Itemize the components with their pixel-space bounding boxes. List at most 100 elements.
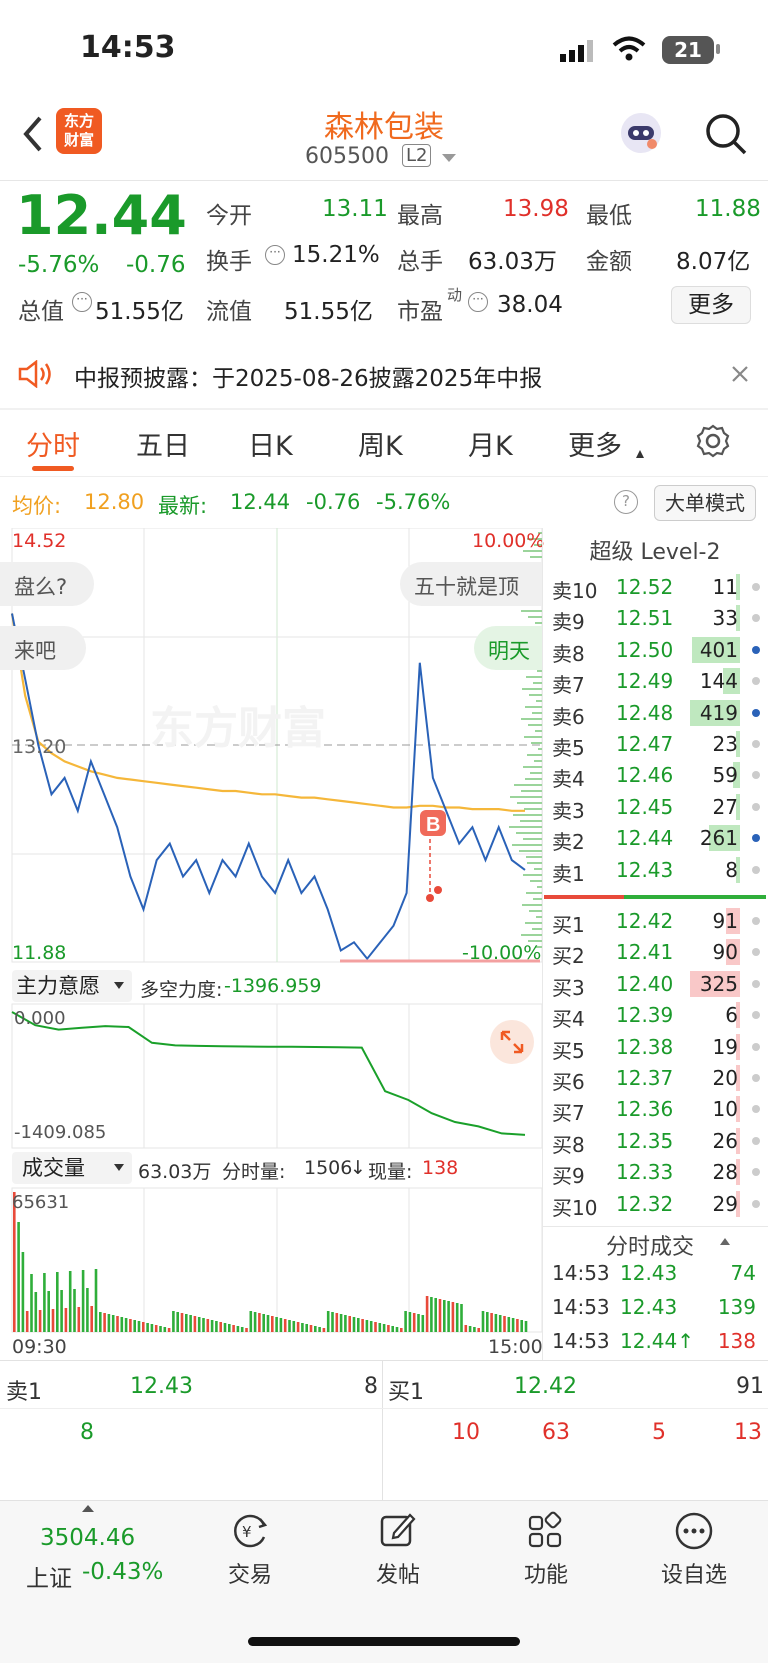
robot-avatar-icon[interactable] <box>618 110 664 156</box>
volume-bar <box>262 1314 265 1332</box>
volume-bar <box>206 1319 210 1332</box>
search-icon[interactable] <box>704 112 748 156</box>
tab-more[interactable]: 更多 <box>568 424 622 463</box>
index-pct[interactable]: -0.43% <box>82 1559 163 1585</box>
ask-row[interactable]: 卖5 12.47 23 <box>542 729 768 760</box>
price-volume-tick <box>528 724 542 726</box>
more-button[interactable]: 更多 <box>671 286 751 324</box>
bid-row[interactable]: 买9 12.33 28 <box>542 1157 768 1188</box>
ask-row[interactable]: 卖8 12.50 401 <box>542 635 768 666</box>
expand-icon[interactable] <box>490 1020 534 1064</box>
volume-bar <box>180 1313 184 1332</box>
price-volume-tick <box>530 880 542 882</box>
tab-intraday[interactable]: 分时 <box>26 424 80 463</box>
battery-icon: 21 <box>662 36 714 64</box>
bid-row[interactable]: 买1 12.42 91 <box>542 906 768 937</box>
volume-bar <box>361 1319 364 1332</box>
settings-gear-icon[interactable] <box>696 424 730 462</box>
volume-bar <box>464 1325 468 1332</box>
volume-bar <box>395 1327 399 1332</box>
ask-row[interactable]: 卖6 12.48 419 <box>542 698 768 729</box>
bid-row[interactable]: 买3 12.40 325 <box>542 969 768 1000</box>
ask-row[interactable]: 卖4 12.46 59 <box>542 760 768 791</box>
level-dot <box>752 917 760 925</box>
volume-dropdown[interactable]: 成交量 <box>12 1152 132 1184</box>
ask-row[interactable]: 卖7 12.49 144 <box>542 666 768 697</box>
bid-row[interactable]: 买2 12.41 90 <box>542 937 768 968</box>
bid-qty: 28 <box>712 1160 738 1185</box>
bid-row[interactable]: 买4 12.39 6 <box>542 1000 768 1031</box>
bid-qty: 325 <box>699 971 738 996</box>
index-caret-icon[interactable] <box>82 1505 94 1512</box>
ticks-title[interactable]: 分时成交 <box>606 1229 694 1261</box>
nav-functions-label: 功能 <box>523 1563 568 1588</box>
volume-bar <box>288 1320 291 1332</box>
info-dots-icon[interactable]: ··· <box>265 245 285 265</box>
volume-bar <box>107 1314 111 1332</box>
tab-daily-k[interactable]: 日K <box>248 424 293 463</box>
price-volume-tick <box>527 862 542 864</box>
ask-row[interactable]: 卖3 12.45 27 <box>542 792 768 823</box>
comment-bubble[interactable]: 来吧 <box>0 626 86 670</box>
volume-bar <box>279 1318 283 1332</box>
dropdown-icon[interactable] <box>442 154 456 162</box>
info-dots-icon[interactable]: ··· <box>72 292 92 312</box>
info-dots-icon[interactable]: ··· <box>468 292 488 312</box>
comment-bubble[interactable]: 五十就是顶 <box>400 562 542 606</box>
volume-bar <box>507 1317 511 1332</box>
chart-watermark: 东方财富 <box>150 704 326 753</box>
indicator-dropdown[interactable]: 主力意愿 <box>12 970 132 1002</box>
big-order-mode-button[interactable]: 大单模式 <box>654 485 756 521</box>
ticks-caret-icon[interactable] <box>720 1238 730 1245</box>
nav-trade[interactable]: ¥ 交易 <box>190 1511 310 1589</box>
index-name[interactable]: 上证 <box>26 1559 72 1593</box>
bid-row[interactable]: 买6 12.37 20 <box>542 1063 768 1094</box>
volume-bar <box>417 1314 420 1332</box>
price-volume-tick <box>525 778 542 780</box>
notice-bar[interactable]: 中报预披露：于2025-08-26披露2025年中报 <box>0 340 768 408</box>
price-volume-tick <box>513 814 542 816</box>
bid-row[interactable]: 买5 12.38 19 <box>542 1032 768 1063</box>
tab-weekly-k[interactable]: 周K <box>358 424 403 463</box>
volume-bar <box>240 1327 244 1332</box>
ask-row[interactable]: 卖1 12.43 8 <box>542 855 768 886</box>
price-volume-tick <box>530 772 542 774</box>
bid-label: 买4 <box>552 1007 585 1032</box>
bid-row[interactable]: 买10 12.32 29 <box>542 1189 768 1220</box>
volume-bar <box>326 1311 330 1332</box>
comment-bubble[interactable]: 明天 <box>474 626 542 670</box>
close-icon[interactable] <box>730 364 750 388</box>
volume-bar <box>382 1324 386 1332</box>
ask-row[interactable]: 卖9 12.51 33 <box>542 603 768 634</box>
bid-ask-ratio-green <box>624 895 766 899</box>
ask-row[interactable]: 卖2 12.44 261 <box>542 823 768 854</box>
volume-bar <box>223 1323 227 1332</box>
price-volume-tick <box>532 928 542 930</box>
bid-label: 买6 <box>552 1070 585 1094</box>
ask-price: 12.43 <box>616 857 674 882</box>
bid-row[interactable]: 买8 12.35 26 <box>542 1126 768 1157</box>
index-value[interactable]: 3504.46 <box>40 1525 135 1551</box>
price-volume-tick <box>523 874 542 876</box>
nav-add-watchlist[interactable]: 设自选 <box>634 1511 754 1589</box>
volume-bar <box>73 1289 76 1332</box>
volume-bar <box>34 1292 38 1332</box>
volume-bar <box>266 1315 270 1332</box>
nav-functions[interactable]: 功能 <box>486 1511 606 1589</box>
price-volume-tick <box>523 766 542 768</box>
comment-bubble[interactable]: 盘么? <box>0 562 94 606</box>
ask-row[interactable]: 卖10 12.52 11 <box>542 572 768 603</box>
speaker-icon <box>18 359 54 392</box>
bid-row[interactable]: 买7 12.36 10 <box>542 1094 768 1125</box>
volume-bar <box>374 1322 377 1332</box>
ask-qty: 261 <box>699 826 738 851</box>
latest-pct: -5.76% <box>376 490 451 514</box>
tab-monthly-k[interactable]: 月K <box>468 424 513 463</box>
buy-queue-item: 5 <box>652 1420 666 1445</box>
tab-five-day[interactable]: 五日 <box>136 424 190 463</box>
volume-bar <box>369 1321 373 1332</box>
bid-label: 买7 <box>552 1101 585 1126</box>
help-icon[interactable]: ? <box>614 490 638 514</box>
bid-price: 12.38 <box>616 1034 674 1059</box>
nav-post[interactable]: 发帖 <box>338 1511 458 1589</box>
